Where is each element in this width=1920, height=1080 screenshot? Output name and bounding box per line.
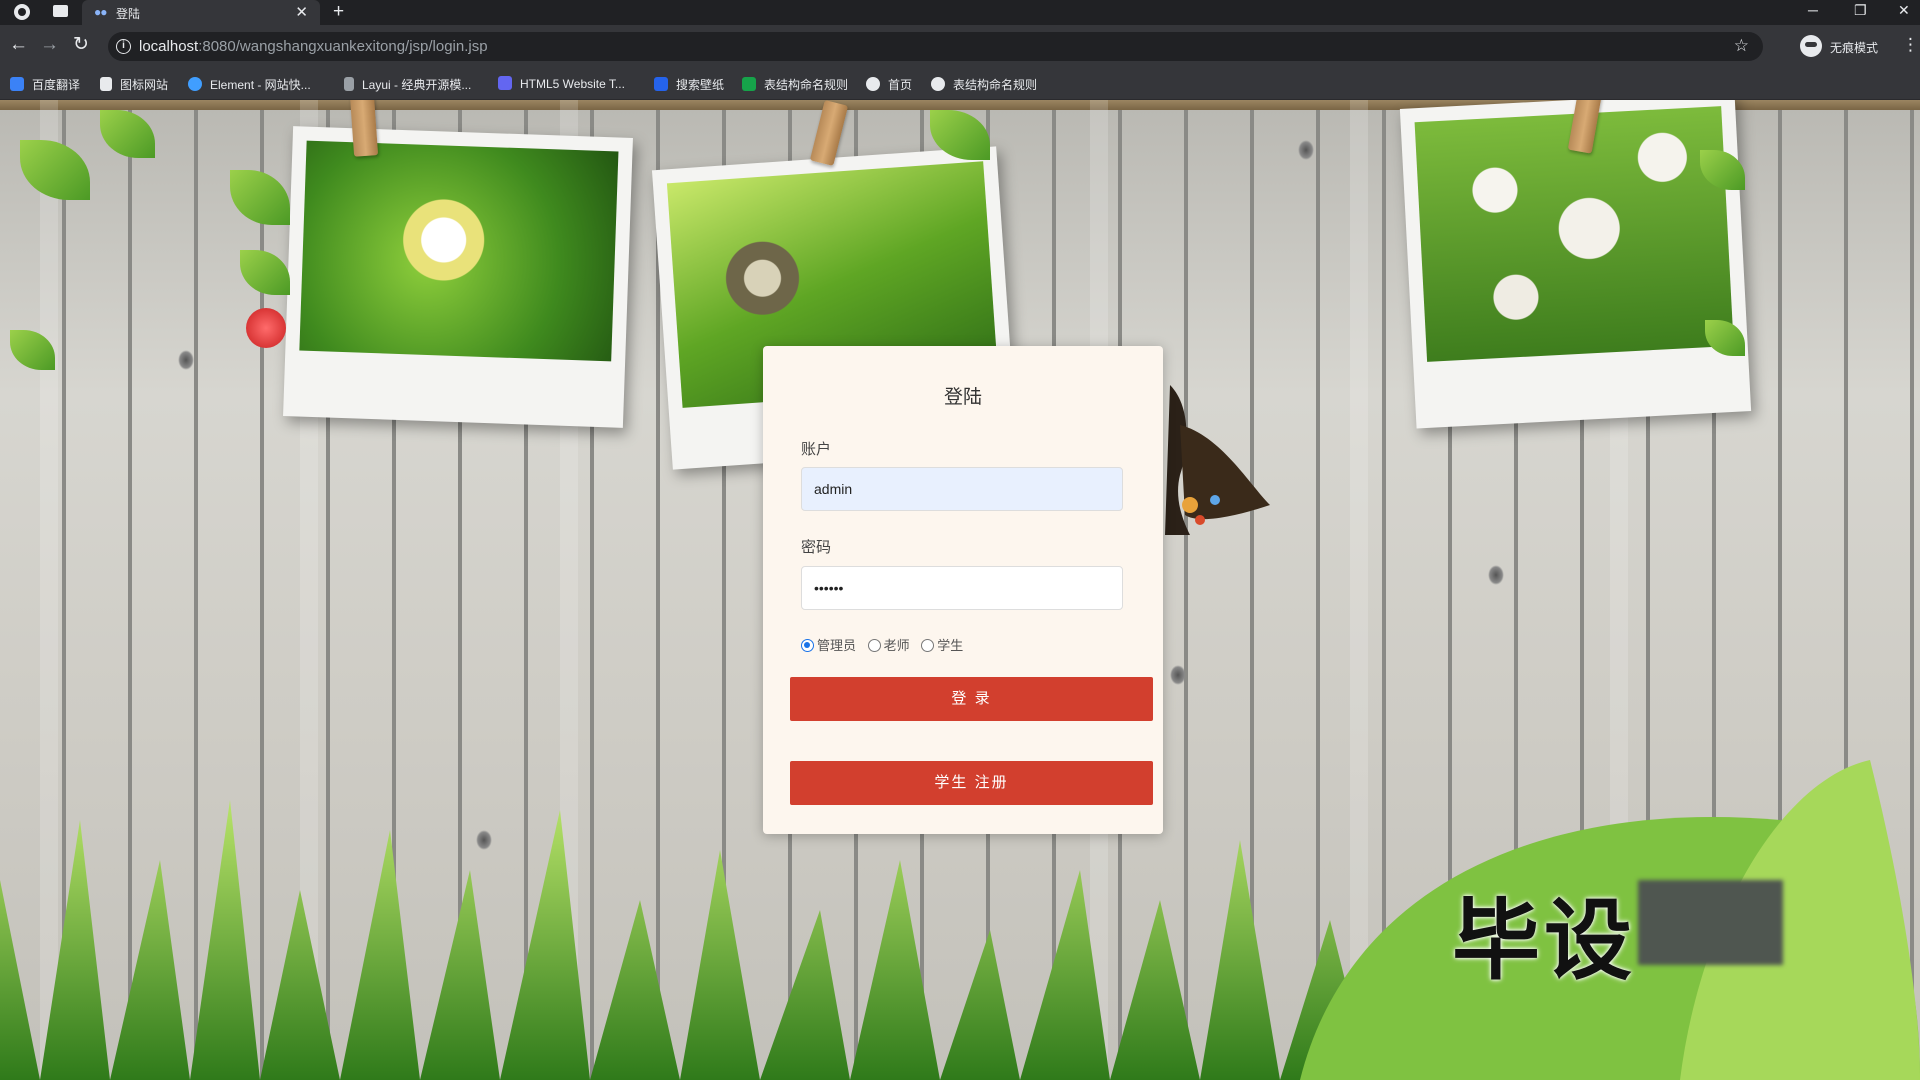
active-tab[interactable]: ●● 登陆 ✕ xyxy=(82,0,320,25)
browser-logo-icon[interactable] xyxy=(14,4,30,20)
account-input[interactable] xyxy=(801,467,1123,511)
account-label: 账户 xyxy=(801,441,832,458)
photo-daisy xyxy=(283,126,633,428)
login-button[interactable]: 登 录 xyxy=(790,677,1153,721)
daisy-image xyxy=(299,140,619,362)
bookmark-item[interactable]: Layui - 经典开源模... xyxy=(344,76,471,94)
window-close-icon[interactable]: ✕ xyxy=(1898,2,1910,19)
profile-label: 无痕模式 xyxy=(1830,41,1879,55)
tab-search-icon[interactable] xyxy=(53,5,68,17)
red-berry xyxy=(246,308,286,348)
reload-icon[interactable]: ↻ xyxy=(73,35,89,54)
wood-knot xyxy=(1170,665,1186,685)
flag-icon xyxy=(100,77,112,91)
password-label: 密码 xyxy=(801,539,832,556)
bookmark-item[interactable]: 首页 xyxy=(866,76,912,94)
new-tab-button[interactable]: + xyxy=(333,1,344,23)
bookmark-item[interactable]: 图标网站 xyxy=(100,76,168,94)
student-register-button[interactable]: 学生 注册 xyxy=(790,761,1153,805)
vine-leaf xyxy=(20,140,90,200)
close-icon[interactable]: ✕ xyxy=(295,3,308,21)
element-icon xyxy=(188,77,202,91)
bookmark-item[interactable]: 表结构命名规则 xyxy=(742,76,848,94)
wood-knot xyxy=(1488,565,1504,585)
radio-student[interactable] xyxy=(921,639,935,652)
wallpaper-icon xyxy=(654,77,668,91)
globe-icon xyxy=(931,77,945,91)
role-student[interactable]: 学生 xyxy=(921,635,963,654)
password-input[interactable] xyxy=(801,566,1123,610)
url-text[interactable]: localhost:8080/wangshangxuankexitong/jsp… xyxy=(139,38,488,55)
radio-teacher[interactable] xyxy=(867,639,881,652)
browser-toolbar: ← → ↻ i localhost:8080/wangshangxuankexi… xyxy=(0,25,1920,68)
vine-leaf xyxy=(240,250,290,295)
butterfly-image xyxy=(1165,385,1270,535)
incognito-icon xyxy=(1800,35,1822,57)
vine-leaf xyxy=(100,110,155,158)
page-title: 登陆 xyxy=(943,387,982,408)
layui-icon xyxy=(344,77,354,91)
sheet-icon xyxy=(742,77,756,91)
bookmark-star-icon[interactable]: ☆ xyxy=(1734,36,1749,56)
info-icon[interactable]: i xyxy=(116,39,131,54)
watermark-text: 毕设 xyxy=(1452,889,1637,992)
wood-knot xyxy=(178,350,194,370)
blurred-overlay xyxy=(1638,880,1783,965)
forward-icon[interactable]: → xyxy=(40,35,59,54)
wood-knot xyxy=(1298,140,1314,160)
restore-icon[interactable]: ❐ xyxy=(1854,2,1867,19)
role-admin[interactable]: 管理员 xyxy=(801,635,856,654)
bookmarks-bar: 百度翻译 图标网站 Element - 网站快... Layui - 经典开源模… xyxy=(0,68,1920,100)
clothespin xyxy=(349,100,379,157)
login-card: 登陆 账户 密码 管理员 老师 学生 登 录 学生 注册 xyxy=(763,346,1163,834)
more-menu-icon[interactable]: ⋮ xyxy=(1902,35,1919,55)
bookmark-item[interactable]: 表结构命名规则 xyxy=(931,76,1037,94)
tab-strip: ●● 登陆 ✕ + ─ ❐ ✕ xyxy=(0,0,1920,25)
bookmark-item[interactable]: HTML5 Website T... xyxy=(498,76,625,94)
bookmark-item[interactable]: 百度翻译 xyxy=(10,76,80,94)
back-icon[interactable]: ← xyxy=(9,35,28,54)
html5-icon xyxy=(498,76,512,90)
address-bar[interactable]: i localhost:8080/wangshangxuankexitong/j… xyxy=(108,32,1763,61)
translate-icon xyxy=(10,77,24,91)
vine-leaf xyxy=(230,170,290,225)
bookmark-item[interactable]: 搜索壁纸 xyxy=(654,76,724,94)
globe-icon xyxy=(866,77,880,91)
tab-title: 登陆 xyxy=(116,7,141,21)
bookmark-item[interactable]: Element - 网站快... xyxy=(188,76,311,94)
role-teacher[interactable]: 老师 xyxy=(867,635,910,654)
loading-dots-icon: ●● xyxy=(94,5,107,19)
role-selector: 管理员 老师 学生 xyxy=(801,635,971,654)
minimize-icon[interactable]: ─ xyxy=(1808,2,1818,18)
radio-admin[interactable] xyxy=(801,639,814,652)
